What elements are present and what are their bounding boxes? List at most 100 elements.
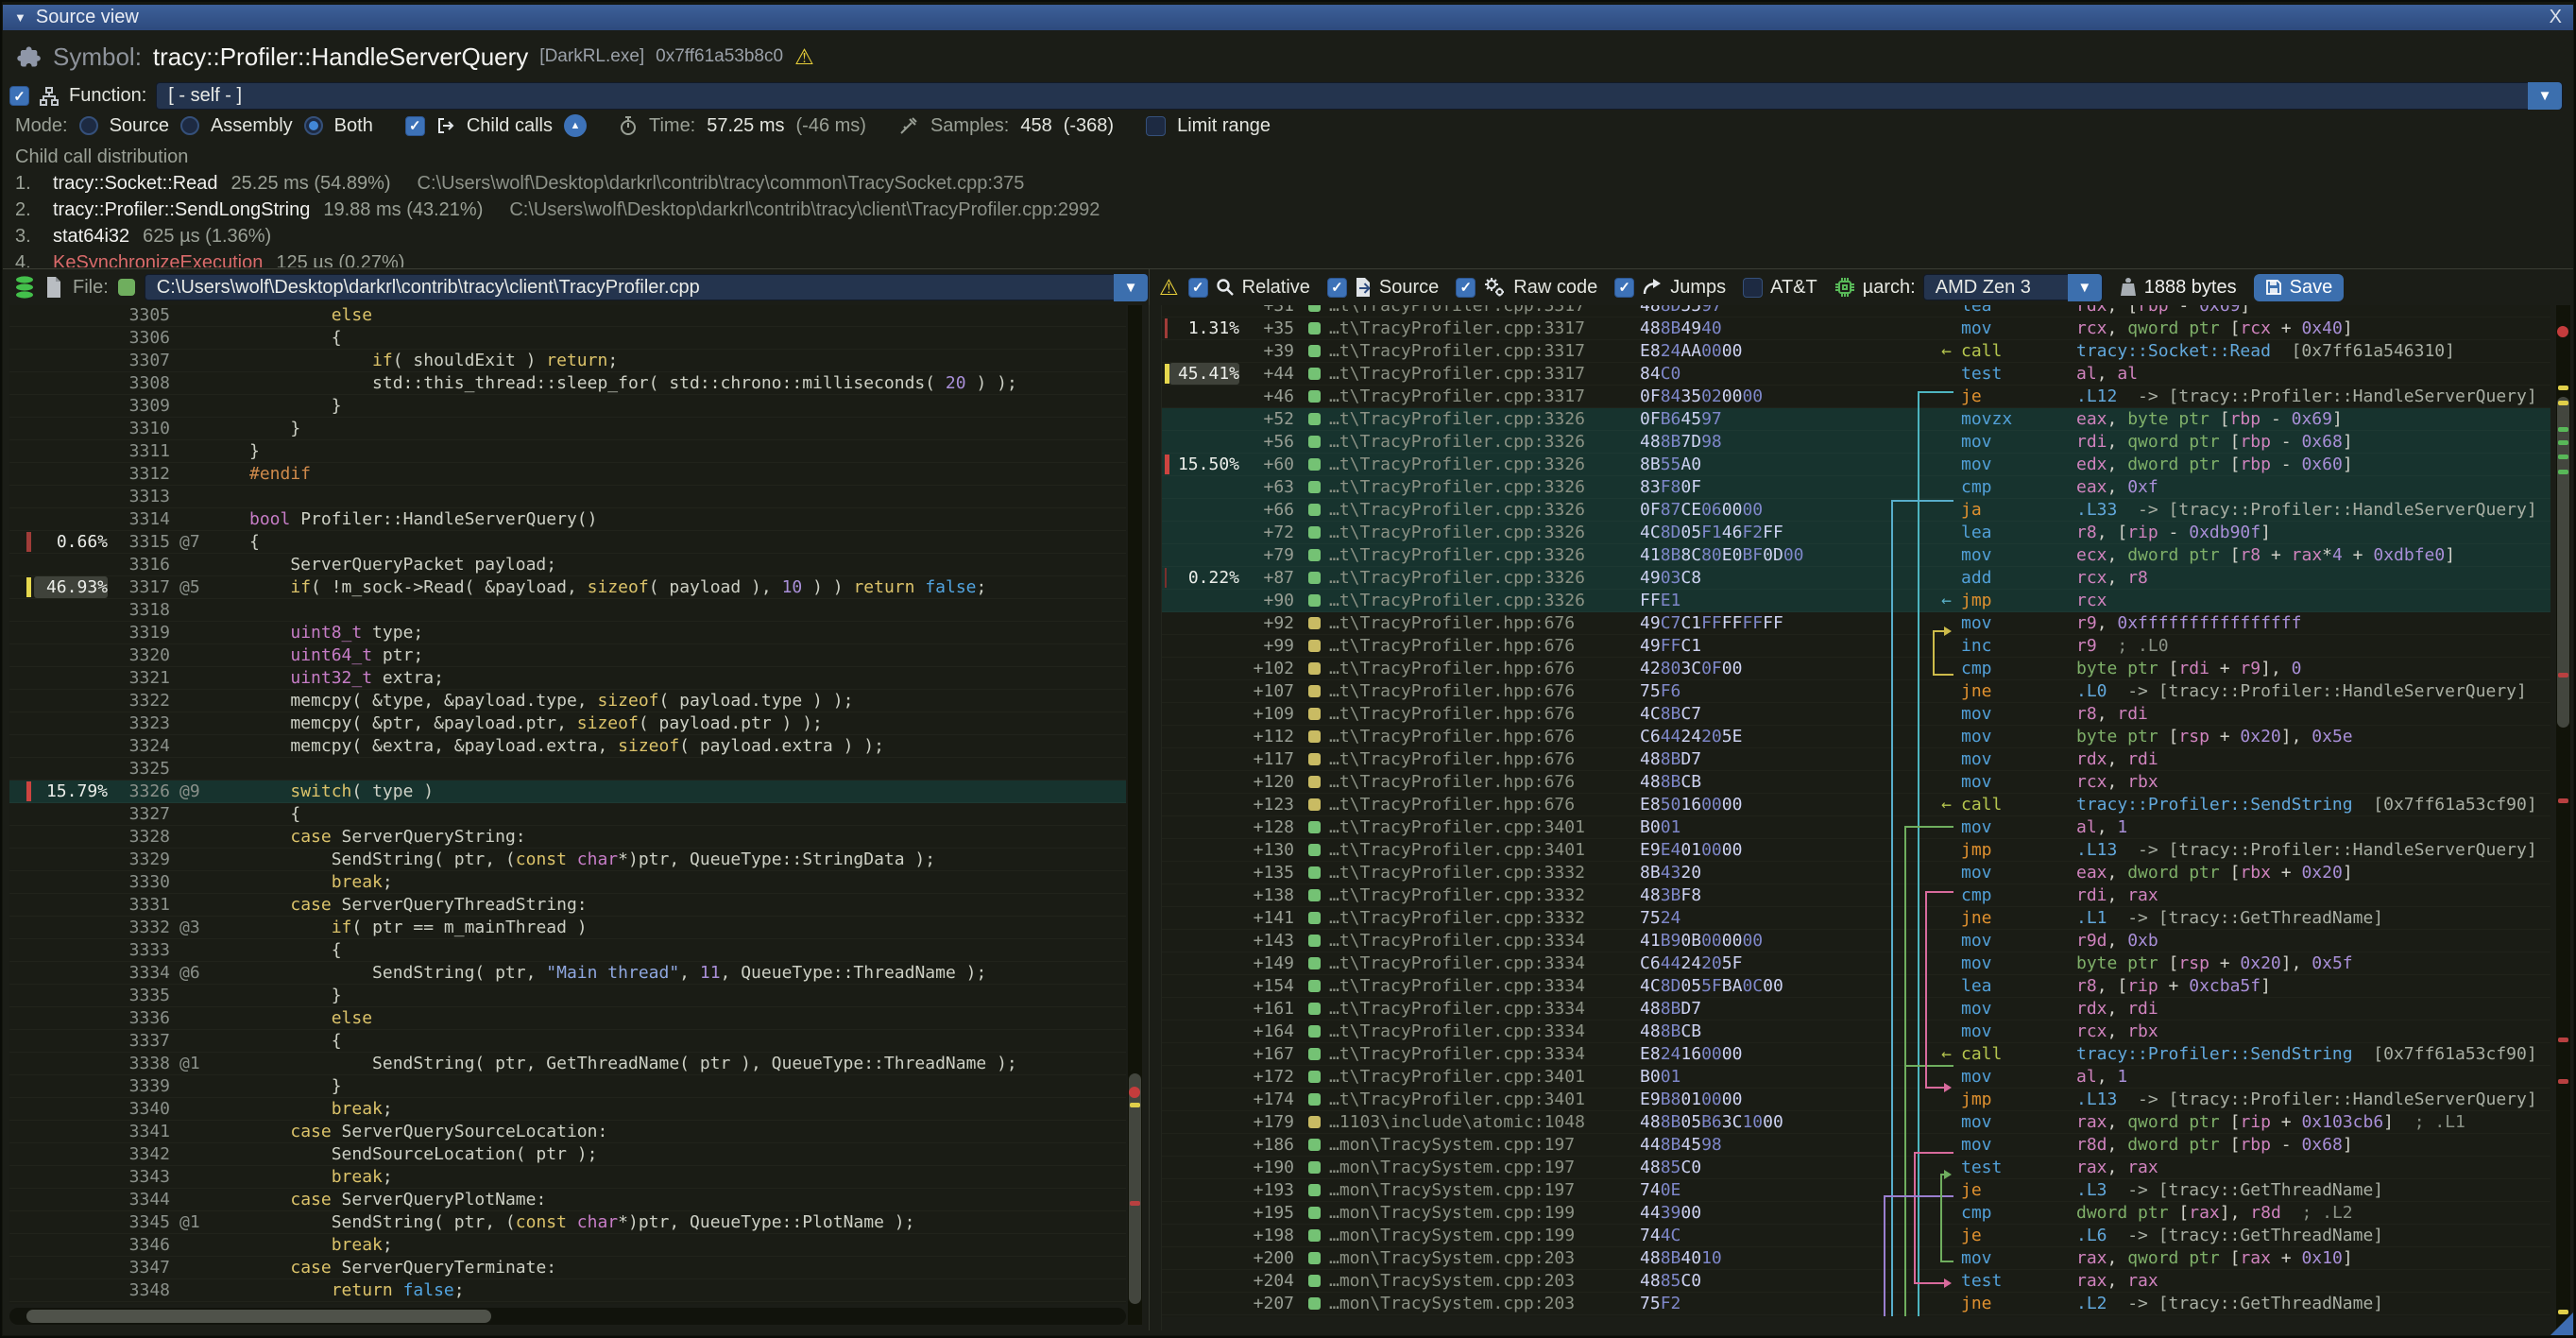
source-line[interactable]: 3318 — [9, 599, 1126, 622]
source-line[interactable]: 3344 case ServerQueryPlotName: — [9, 1189, 1126, 1211]
asm-row[interactable]: +172…t\TracyProfiler.cpp:3401B001moval, … — [1162, 1066, 2550, 1089]
asm-row[interactable]: +193…mon\TracySystem.cpp:197740Eje.L3 ->… — [1162, 1179, 2550, 1202]
asm-row[interactable]: +195…mon\TracySystem.cpp:199443900cmpdwo… — [1162, 1202, 2550, 1225]
pane-divider[interactable] — [1149, 304, 1150, 1330]
asm-row[interactable]: 1.31%+35…t\TracyProfiler.cpp:3317488B494… — [1162, 317, 2550, 340]
asm-row[interactable]: +130…t\TracyProfiler.cpp:3401E9E4010000j… — [1162, 839, 2550, 862]
limit-range-label[interactable]: Limit range — [1177, 115, 1271, 137]
function-select[interactable]: [ - self - ] ▼ — [156, 82, 2563, 110]
radio-source[interactable] — [79, 116, 98, 135]
jumps-checkbox[interactable]: ✓ — [1614, 278, 1634, 298]
chevron-down-icon[interactable]: ▼ — [2068, 274, 2102, 301]
asm-row[interactable]: +209…mon\TracySystem.cpp:258488D35E88610… — [1162, 1315, 2550, 1317]
asm-row[interactable]: +190…mon\TracySystem.cpp:1974885C0testra… — [1162, 1157, 2550, 1179]
source-line[interactable]: 3342 SendSourceLocation( ptr ); — [9, 1143, 1126, 1166]
relative-checkbox[interactable]: ✓ — [1188, 278, 1208, 298]
source-line[interactable]: 3334@6 SendString( ptr, "Main thread", 1… — [9, 962, 1126, 985]
uarch-select[interactable]: AMD Zen 3 ▼ — [1923, 274, 2103, 300]
att-label[interactable]: AT&T — [1770, 277, 1817, 299]
source-line[interactable]: 3348 return false; — [9, 1279, 1126, 1302]
source-line[interactable]: 3308 std::this_thread::sleep_for( std::c… — [9, 372, 1126, 395]
source-line[interactable]: 3310 } — [9, 418, 1126, 440]
source-vertical-scrollbar[interactable] — [1128, 304, 1142, 1325]
child-call-item[interactable]: 1.tracy::Socket::Read25.25 ms (54.89%)C:… — [15, 170, 2553, 197]
asm-row[interactable]: +120…t\TracyProfiler.hpp:676488BCBmovrcx… — [1162, 771, 2550, 794]
warning-icon[interactable]: ⚠ — [794, 46, 814, 68]
source-line[interactable]: 3345@1 SendString( ptr, (const char*)ptr… — [9, 1211, 1126, 1234]
asm-row[interactable]: +207…mon\TracySystem.cpp:20375F2jne.L2 -… — [1162, 1293, 2550, 1315]
source-line[interactable]: 3340 break; — [9, 1098, 1126, 1121]
asm-row[interactable]: +99…t\TracyProfiler.hpp:67649FFC1incr9 ;… — [1162, 635, 2550, 658]
asm-row[interactable]: +161…t\TracyProfiler.cpp:3334488BD7movrd… — [1162, 998, 2550, 1021]
scrollbar-thumb[interactable] — [26, 1310, 491, 1323]
asm-row[interactable]: +90…t\TracyProfiler.cpp:3326FFE1←jmprcx — [1162, 590, 2550, 612]
asm-row[interactable]: +154…t\TracyProfiler.cpp:33344C8D055FBA0… — [1162, 975, 2550, 998]
source-line[interactable]: 3323 memcpy( &ptr, &payload.ptr, sizeof(… — [9, 712, 1126, 735]
asm-row[interactable]: +186…mon\TracySystem.cpp:197448B4598movr… — [1162, 1134, 2550, 1157]
source-checkbox[interactable]: ✓ — [1327, 278, 1347, 298]
source-line[interactable]: 3321 uint32_t extra; — [9, 667, 1126, 690]
source-line[interactable]: 3347 case ServerQueryTerminate: — [9, 1257, 1126, 1279]
source-line[interactable]: 3346 break; — [9, 1234, 1126, 1257]
att-checkbox[interactable] — [1743, 278, 1763, 298]
asm-row[interactable]: 15.50%+60…t\TracyProfiler.cpp:33268B55A0… — [1162, 454, 2550, 476]
source-line[interactable]: 3327 { — [9, 803, 1126, 826]
asm-row[interactable]: +79…t\TracyProfiler.cpp:3326418B8C80E0BF… — [1162, 544, 2550, 567]
source-line[interactable]: 3331 case ServerQueryThreadString: — [9, 894, 1126, 917]
source-line[interactable]: 15.79%3326@9 switch( type ) — [9, 780, 1126, 803]
asm-row[interactable]: 0.22%+87…t\TracyProfiler.cpp:33264903C8a… — [1162, 567, 2550, 590]
source-line[interactable]: 3313 — [9, 486, 1126, 508]
source-line[interactable]: 3325 — [9, 758, 1126, 780]
source-horizontal-scrollbar[interactable] — [9, 1308, 1126, 1325]
asm-row[interactable]: +174…t\TracyProfiler.cpp:3401E9B8010000j… — [1162, 1089, 2550, 1111]
source-line[interactable]: 3309 } — [9, 395, 1126, 418]
chevron-down-icon[interactable]: ▼ — [1114, 274, 1148, 301]
source-line[interactable]: 3306 { — [9, 327, 1126, 350]
asm-row[interactable]: +72…t\TracyProfiler.cpp:33264C8D05F146F2… — [1162, 522, 2550, 544]
asm-row[interactable]: +143…t\TracyProfiler.cpp:333441B90B00000… — [1162, 930, 2550, 952]
source-line[interactable]: 3322 memcpy( &type, &payload.type, sizeo… — [9, 690, 1126, 712]
asm-row[interactable]: +92…t\TracyProfiler.hpp:67649C7C1FFFFFFF… — [1162, 612, 2550, 635]
close-icon[interactable]: X — [2550, 7, 2562, 28]
source-line[interactable]: 3341 case ServerQuerySourceLocation: — [9, 1121, 1126, 1143]
file-select[interactable]: C:\Users\wolf\Desktop\darkrl\contrib\tra… — [145, 274, 1149, 300]
source-line[interactable]: 3336 else — [9, 1007, 1126, 1030]
resize-grip[interactable] — [2550, 1312, 2573, 1335]
source-line[interactable]: 0.66%3315@7{ — [9, 531, 1126, 554]
asm-row[interactable]: +200…mon\TracySystem.cpp:203488B4010movr… — [1162, 1247, 2550, 1270]
asm-row[interactable]: +63…t\TracyProfiler.cpp:332683F80Fcmpeax… — [1162, 476, 2550, 499]
source-line[interactable]: 3349 case ServerQueryCallstackFrame: — [9, 1302, 1126, 1304]
child-calls-checkbox[interactable]: ✓ — [405, 116, 425, 136]
asm-row[interactable]: +128…t\TracyProfiler.cpp:3401B001moval, … — [1162, 816, 2550, 839]
asm-row[interactable]: +164…t\TracyProfiler.cpp:3334488BCBmovrc… — [1162, 1021, 2550, 1043]
asm-row[interactable]: +135…t\TracyProfiler.cpp:33328B4320movea… — [1162, 862, 2550, 884]
radio-both[interactable] — [304, 116, 323, 135]
jumps-label[interactable]: Jumps — [1670, 277, 1726, 299]
radio-assembly[interactable] — [180, 116, 199, 135]
source-line[interactable]: 3307 if( shouldExit ) return; — [9, 350, 1126, 372]
asm-row[interactable]: +109…t\TracyProfiler.hpp:6764C8BC7movr8,… — [1162, 703, 2550, 726]
asm-row[interactable]: +138…t\TracyProfiler.cpp:3332483BF8cmprd… — [1162, 884, 2550, 907]
chevron-down-icon[interactable]: ▼ — [2528, 82, 2562, 110]
child-call-item[interactable]: 3.stat64i32625 µs (1.36%) — [15, 223, 2553, 249]
source-line[interactable]: 3335 } — [9, 985, 1126, 1007]
source-line[interactable]: 3339 } — [9, 1075, 1126, 1098]
collapse-up-button[interactable]: ▲ — [564, 114, 587, 137]
raw-code-checkbox[interactable]: ✓ — [1456, 278, 1476, 298]
child-calls-label[interactable]: Child calls — [467, 115, 553, 137]
raw-code-label[interactable]: Raw code — [1513, 277, 1597, 299]
source-line[interactable]: 3320 uint64_t ptr; — [9, 644, 1126, 667]
scrollbar-thumb[interactable] — [1129, 1073, 1141, 1304]
asm-row[interactable]: +52…t\TracyProfiler.cpp:33260FB64597movz… — [1162, 408, 2550, 431]
asm-row[interactable]: +123…t\TracyProfiler.hpp:676E850160000←c… — [1162, 794, 2550, 816]
source-line[interactable]: 3343 break; — [9, 1166, 1126, 1189]
scrollbar-thumb[interactable] — [2557, 397, 2569, 728]
function-checkbox[interactable]: ✓ — [9, 86, 29, 106]
asm-row[interactable]: +141…t\TracyProfiler.cpp:33327524jne.L1 … — [1162, 907, 2550, 930]
asm-row[interactable]: +167…t\TracyProfiler.cpp:3334E824160000←… — [1162, 1043, 2550, 1066]
source-line[interactable]: 3324 memcpy( &extra, &payload.extra, siz… — [9, 735, 1126, 758]
source-line[interactable]: 3330 break; — [9, 871, 1126, 894]
asm-row[interactable]: 45.41%+44…t\TracyProfiler.cpp:331784C0te… — [1162, 363, 2550, 386]
source-line[interactable]: 3333 { — [9, 939, 1126, 962]
asm-row[interactable]: +102…t\TracyProfiler.hpp:67642803C0F00cm… — [1162, 658, 2550, 680]
